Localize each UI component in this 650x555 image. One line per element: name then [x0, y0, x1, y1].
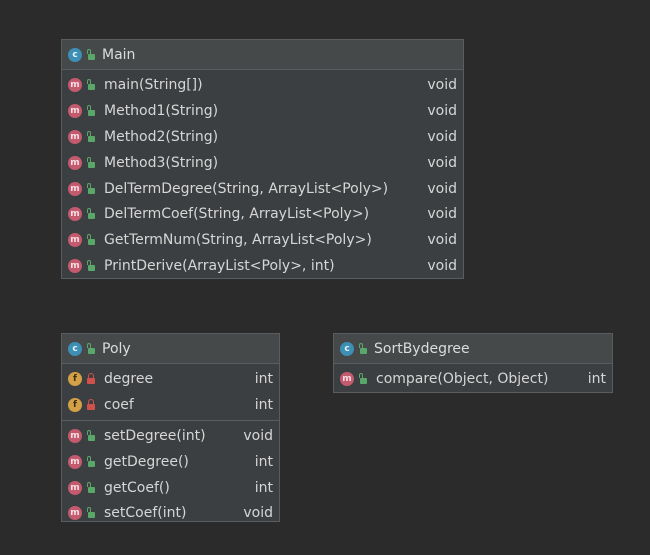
field-name: coef	[104, 396, 134, 413]
return-type: void	[427, 180, 457, 197]
method-name: setCoef(int)	[104, 505, 187, 522]
class-icon: c	[68, 47, 82, 62]
class-title: Main	[102, 46, 136, 63]
method-name: Method3(String)	[104, 154, 219, 171]
method-icon: m	[68, 259, 82, 274]
method-name: DelTermCoef(String, ArrayList<Poly>)	[104, 206, 370, 223]
method-row[interactable]: m getDegree() int	[62, 449, 279, 475]
method-row[interactable]: m main(String[]) void	[62, 72, 463, 98]
private-lock-icon	[86, 372, 96, 385]
return-type: void	[427, 102, 457, 119]
public-lock-icon	[86, 507, 96, 519]
class-header-poly[interactable]: c Poly	[62, 334, 279, 364]
field-name: degree	[104, 370, 154, 387]
method-name: DelTermDegree(String, ArrayList<Poly>)	[104, 180, 389, 197]
method-icon: m	[68, 480, 82, 495]
private-lock-icon	[86, 398, 96, 411]
fields-section: f degree int f coef int	[62, 364, 279, 421]
method-icon: m	[68, 454, 82, 469]
public-lock-icon	[86, 104, 96, 117]
return-type: void	[427, 76, 457, 93]
method-row[interactable]: m setCoef(int) void	[62, 500, 279, 526]
method-name: main(String[])	[104, 76, 203, 93]
public-lock-icon	[86, 208, 96, 220]
class-header-main[interactable]: c Main	[62, 40, 463, 70]
field-row[interactable]: f degree int	[62, 366, 279, 392]
method-name: PrintDerive(ArrayList<Poly>, int)	[104, 258, 335, 275]
return-type: int	[587, 370, 606, 387]
return-type: void	[243, 427, 273, 444]
method-name: GetTermNum(String, ArrayList<Poly>)	[104, 232, 372, 249]
method-name: getCoef()	[104, 479, 170, 496]
class-box-poly[interactable]: c Poly f degree int f coef int m setDegr…	[61, 333, 280, 522]
method-name: getDegree()	[104, 453, 189, 470]
public-lock-icon	[86, 234, 96, 246]
method-name: compare(Object, Object)	[376, 370, 549, 387]
return-type: void	[427, 154, 457, 171]
method-name: setDegree(int)	[104, 427, 206, 444]
class-header-sortbydegree[interactable]: c SortBydegree	[334, 334, 612, 364]
method-icon: m	[340, 371, 354, 386]
field-icon: f	[68, 371, 82, 386]
methods-section: m main(String[]) void m Method1(String) …	[62, 70, 463, 281]
method-icon: m	[68, 129, 82, 144]
public-lock-icon	[86, 260, 96, 272]
method-row[interactable]: m Method1(String) void	[62, 98, 463, 124]
public-lock-icon	[358, 342, 368, 355]
class-icon: c	[340, 341, 354, 356]
class-box-main[interactable]: c Main m main(String[]) void m Method1(S…	[61, 39, 464, 279]
field-row[interactable]: f coef int	[62, 392, 279, 418]
return-type: void	[427, 128, 457, 145]
class-box-sortbydegree[interactable]: c SortBydegree m compare(Object, Object)…	[333, 333, 613, 393]
public-lock-icon	[86, 481, 96, 494]
method-icon: m	[68, 428, 82, 443]
public-lock-icon	[86, 429, 96, 442]
method-row[interactable]: m DelTermDegree(String, ArrayList<Poly>)…	[62, 176, 463, 202]
method-icon: m	[68, 181, 82, 196]
method-icon: m	[68, 506, 82, 521]
return-type: void	[243, 505, 273, 522]
method-name: Method2(String)	[104, 128, 219, 145]
field-type: int	[254, 370, 273, 387]
method-row[interactable]: m PrintDerive(ArrayList<Poly>, int) void	[62, 253, 463, 279]
return-type: void	[427, 206, 457, 223]
class-title: Poly	[102, 340, 131, 357]
methods-section: m setDegree(int) void m getDegree() int …	[62, 421, 279, 529]
method-row[interactable]: m getCoef() int	[62, 475, 279, 501]
method-row[interactable]: m GetTermNum(String, ArrayList<Poly>) vo…	[62, 227, 463, 253]
method-name: Method1(String)	[104, 102, 219, 119]
method-row[interactable]: m setDegree(int) void	[62, 423, 279, 449]
method-row[interactable]: m Method3(String) void	[62, 150, 463, 176]
return-type: int	[254, 453, 273, 470]
method-icon: m	[68, 103, 82, 118]
public-lock-icon	[86, 182, 96, 195]
method-icon: m	[68, 207, 82, 222]
methods-section: m compare(Object, Object) int	[334, 364, 612, 394]
public-lock-icon	[358, 372, 368, 385]
public-lock-icon	[86, 48, 96, 61]
method-icon: m	[68, 155, 82, 170]
method-icon: m	[68, 233, 82, 248]
public-lock-icon	[86, 342, 96, 355]
method-row[interactable]: m compare(Object, Object) int	[334, 366, 612, 392]
field-type: int	[254, 396, 273, 413]
class-title: SortBydegree	[374, 340, 470, 357]
diagram-canvas: c Main m main(String[]) void m Method1(S…	[0, 0, 650, 555]
return-type: int	[254, 479, 273, 496]
public-lock-icon	[86, 130, 96, 143]
method-icon: m	[68, 77, 82, 92]
class-icon: c	[68, 341, 82, 356]
method-row[interactable]: m Method2(String) void	[62, 124, 463, 150]
field-icon: f	[68, 397, 82, 412]
return-type: void	[427, 232, 457, 249]
public-lock-icon	[86, 156, 96, 169]
public-lock-icon	[86, 455, 96, 468]
return-type: void	[427, 258, 457, 275]
method-row[interactable]: m DelTermCoef(String, ArrayList<Poly>) v…	[62, 201, 463, 227]
public-lock-icon	[86, 78, 96, 91]
